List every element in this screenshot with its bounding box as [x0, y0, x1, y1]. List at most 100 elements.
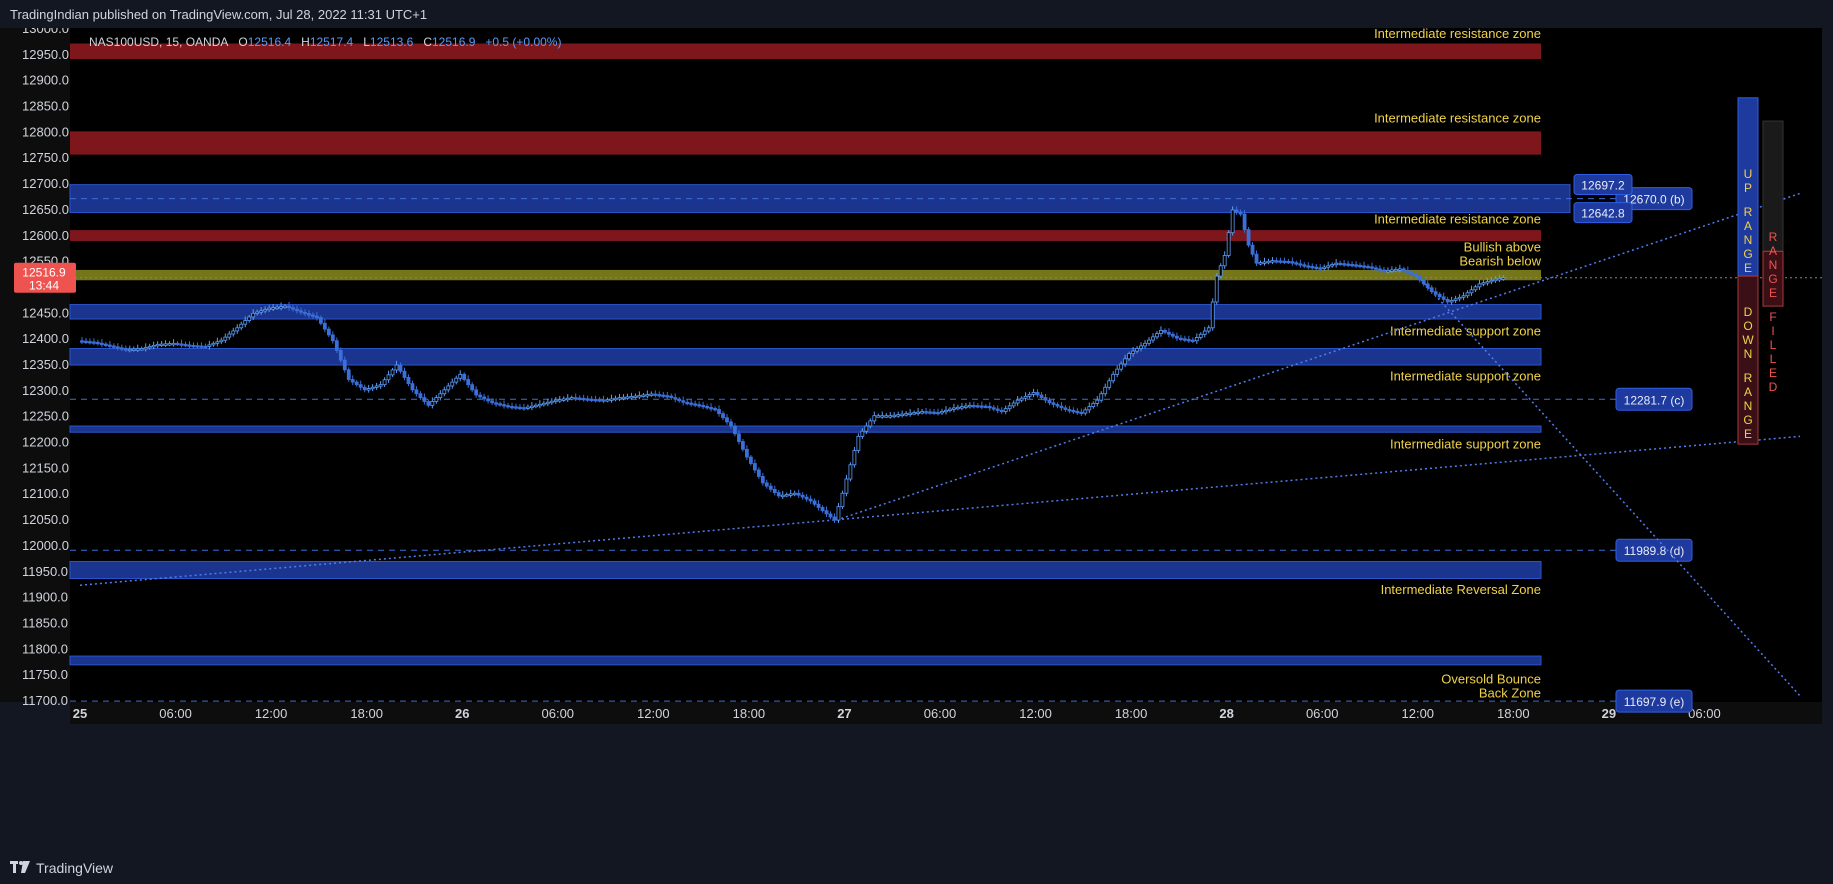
- candle-body: [713, 408, 717, 411]
- legend-low-label: L: [363, 35, 370, 49]
- candle-body: [868, 420, 873, 427]
- candle-body: [1174, 335, 1179, 339]
- candle-body: [776, 492, 781, 497]
- candle-body: [709, 407, 713, 410]
- candle-body: [382, 379, 387, 386]
- candle-body: [334, 340, 339, 351]
- candle-body: [1083, 409, 1088, 414]
- zone-label: Back Zone: [1479, 685, 1541, 700]
- candle-body: [510, 405, 514, 409]
- bar-countdown-label: 13:44: [29, 279, 59, 293]
- publish-text: TradingIndian published on TradingView.c…: [10, 7, 428, 22]
- x-tick-label: 28: [1219, 706, 1233, 721]
- candle-body: [1421, 279, 1426, 285]
- candle-body: [1202, 330, 1207, 335]
- candle-body: [1178, 337, 1183, 341]
- candle-body: [1222, 255, 1227, 267]
- candle-body: [1182, 338, 1187, 341]
- y-tick-label: 11950.0: [22, 564, 68, 579]
- candle-body: [1437, 293, 1442, 298]
- tradingview-brand[interactable]: TradingView: [10, 860, 113, 876]
- candle-body: [1107, 380, 1112, 388]
- x-tick-label: 18:00: [1115, 706, 1148, 721]
- candle-body: [780, 494, 785, 498]
- candle-body: [1413, 273, 1418, 277]
- candle-body: [454, 377, 459, 383]
- candle-body: [430, 401, 435, 406]
- candle-body: [533, 404, 538, 408]
- candle-body: [733, 425, 737, 435]
- candle-body: [1099, 393, 1104, 401]
- candle-body: [625, 396, 630, 399]
- candle-body: [322, 322, 327, 330]
- candle-body: [1326, 265, 1331, 268]
- candle-body: [589, 398, 594, 402]
- candle-body: [661, 394, 666, 397]
- level-tag-label: 12670.0 (b): [1623, 193, 1684, 207]
- candle-body: [1318, 267, 1323, 270]
- candle-body: [330, 334, 335, 342]
- candle-body: [1465, 292, 1470, 297]
- candle-body: [1031, 392, 1036, 395]
- candle-body: [605, 399, 610, 402]
- resistance-zone: [70, 131, 1541, 155]
- price-chart[interactable]: 13000.0 12950.0 12900.0 12850.0 12800.0 12750…: [0, 28, 1833, 852]
- candle-body: [135, 348, 140, 351]
- candle-body: [1501, 277, 1506, 280]
- candle-body: [828, 513, 833, 518]
- candle-body: [1429, 287, 1434, 293]
- candle-body: [979, 405, 984, 408]
- candle-body: [231, 330, 236, 335]
- down-range-label: G: [1743, 413, 1752, 427]
- candle-body: [119, 347, 124, 350]
- candle-body: [159, 343, 164, 346]
- candle-body: [1386, 270, 1390, 273]
- candle-body: [756, 469, 761, 477]
- candle-body: [983, 405, 988, 409]
- candle-body: [147, 346, 152, 349]
- candle-body: [470, 384, 475, 391]
- candle-body: [1374, 267, 1378, 270]
- y-tick-label: 12450.0: [22, 305, 69, 320]
- candle-body: [896, 414, 901, 417]
- candle-body: [537, 403, 542, 407]
- candle-body: [1282, 260, 1287, 264]
- level-tag-label: 11989.8 (d): [1624, 544, 1685, 558]
- support-zone: [69, 560, 1542, 580]
- candle-body: [1342, 263, 1347, 266]
- candle-body: [1159, 329, 1163, 335]
- candle-body: [215, 341, 220, 344]
- candle-body: [705, 405, 709, 409]
- candle-body: [354, 381, 359, 386]
- candle-body: [613, 397, 618, 401]
- candle-body: [1047, 399, 1052, 404]
- candle-body: [394, 364, 399, 371]
- down-range-label: D: [1744, 305, 1753, 319]
- candle-body: [848, 464, 853, 480]
- candle-body: [916, 411, 921, 414]
- candle-body: [406, 377, 411, 385]
- candle-body: [721, 413, 725, 419]
- candle-body: [545, 401, 550, 405]
- candle-body: [617, 397, 622, 400]
- candle-body: [621, 396, 626, 400]
- candle-body: [1453, 298, 1458, 301]
- candle-body: [1441, 296, 1446, 300]
- candle-body: [490, 400, 494, 404]
- y-tick-label: 11750.0: [22, 667, 68, 682]
- y-tick-label: 12650.0: [22, 202, 69, 217]
- up-range-label: P: [1744, 181, 1752, 195]
- candle-body: [414, 389, 419, 395]
- candle-body: [1274, 260, 1279, 263]
- y-tick-label: 13000.0: [22, 28, 69, 36]
- range-filled-label: E: [1769, 286, 1777, 300]
- candle-body: [446, 385, 451, 391]
- candle-body: [725, 417, 729, 423]
- candle-body: [1190, 339, 1195, 342]
- candle-body: [486, 398, 491, 402]
- candle-body: [1389, 269, 1394, 272]
- zone-label: Intermediate resistance zone: [1374, 28, 1541, 41]
- candle-body: [1290, 261, 1295, 264]
- candle-body: [1485, 281, 1490, 284]
- legend-symbol[interactable]: NAS100USD, 15, OANDA: [89, 35, 228, 49]
